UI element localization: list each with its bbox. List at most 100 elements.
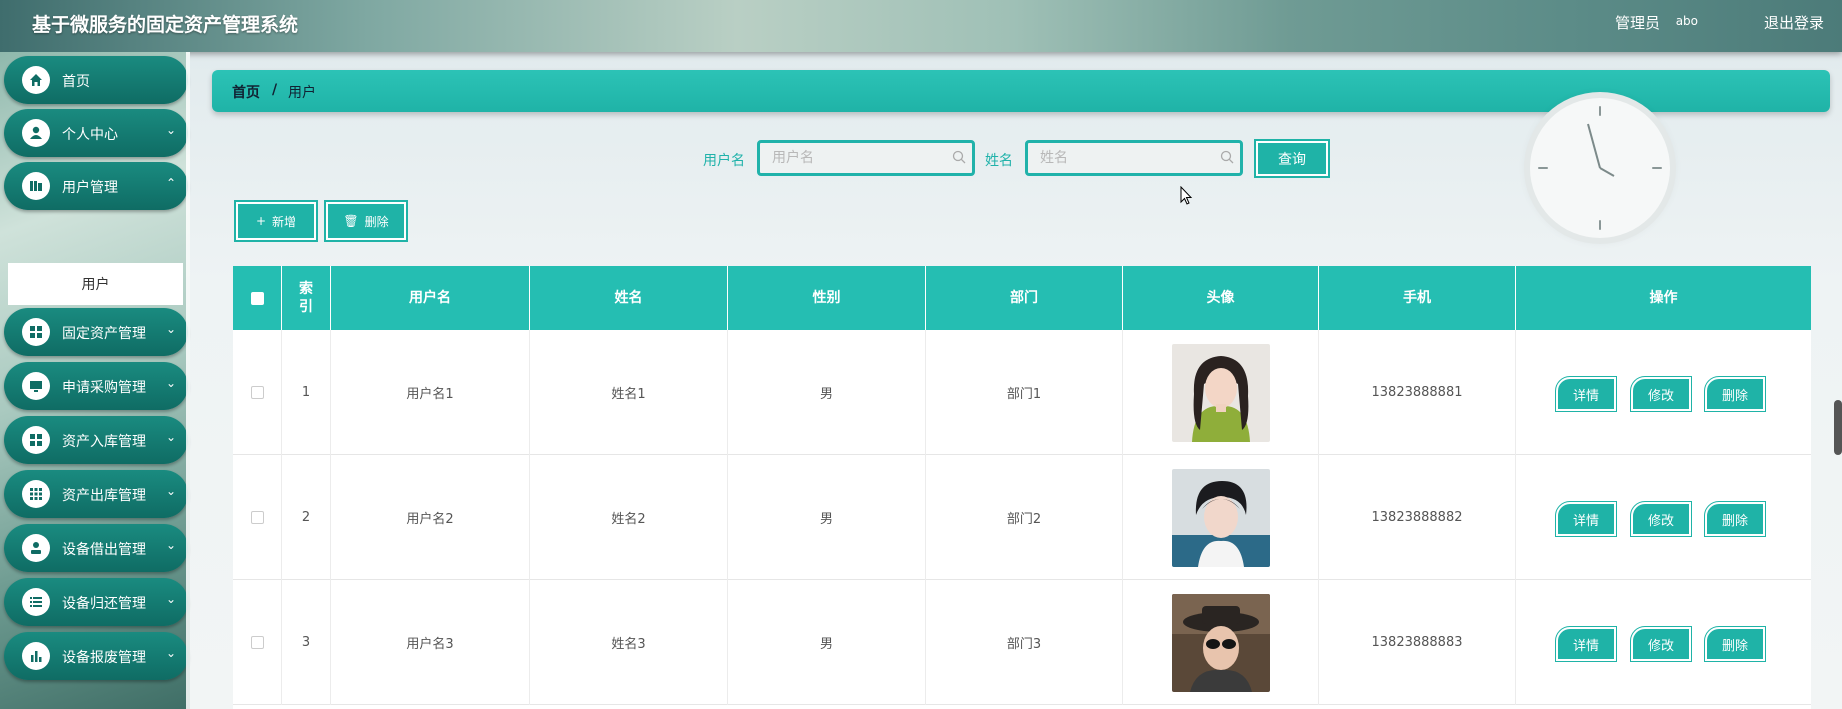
row-checkbox[interactable] (250, 636, 264, 649)
sidebar-item-label: 申请采购管理 (62, 380, 146, 396)
table-row: 2 用户名2 姓名2 男 部门2 13823888882 详情 修改 删除 (233, 455, 1811, 580)
list-icon (22, 588, 50, 616)
sidebar-item-return[interactable]: 设备归还管理 ⌄ (4, 578, 188, 626)
col-index: 索 引 (282, 266, 331, 330)
cell-phone: 13823888883 (1319, 580, 1516, 705)
sidebar-subitem-users[interactable]: 用户 (8, 263, 183, 305)
delete-button-label: 删除 (364, 214, 389, 229)
breadcrumb-current: 用户 (288, 85, 316, 101)
chart-icon (22, 642, 50, 670)
chevron-down-icon: ⌄ (165, 376, 176, 390)
scrollbar-thumb[interactable] (1834, 400, 1842, 455)
breadcrumb-home[interactable]: 首页 (232, 82, 260, 102)
cell-phone: 13823888882 (1319, 455, 1516, 580)
chevron-down-icon: ⌄ (165, 484, 176, 498)
cell-index: 2 (282, 455, 331, 580)
sidebar-item-label: 资产入库管理 (62, 434, 146, 450)
sidebar-item-lend[interactable]: 设备借出管理 ⌄ (4, 524, 188, 572)
avatar[interactable] (1171, 343, 1270, 442)
col-index-label-2: 引 (299, 299, 313, 315)
user-role: 管理员 (1614, 14, 1660, 32)
plus-icon: + (255, 214, 267, 228)
row-delete-button[interactable]: 删除 (1704, 376, 1766, 412)
cell-avatar (1123, 455, 1319, 580)
search-icon (1220, 150, 1234, 164)
sidebar-item-label: 设备借出管理 (62, 542, 146, 558)
sidebar-item-label: 固定资产管理 (62, 326, 146, 342)
sidebar-item-label: 设备报废管理 (62, 650, 146, 666)
detail-button[interactable]: 详情 (1555, 501, 1617, 537)
delete-button[interactable]: 🗑 删除 (324, 200, 408, 242)
logout-link[interactable]: 退出登录 (1764, 12, 1824, 33)
sidebar-item-label: 设备归还管理 (62, 596, 146, 612)
table-header: 索 引 用户名 姓名 性别 部门 头像 手机 操作 (233, 266, 1811, 330)
breadcrumb-separator: / (272, 82, 278, 98)
avatar[interactable] (1171, 593, 1270, 692)
sidebar-item-user-management[interactable]: 用户管理 ⌃ (4, 162, 188, 210)
home-icon (22, 66, 50, 94)
col-avatar: 头像 (1123, 266, 1319, 330)
query-button[interactable]: 查询 (1254, 139, 1330, 178)
grid-icon (22, 426, 50, 454)
sidebar-item-asset-out[interactable]: 资产出库管理 ⌄ (4, 470, 188, 518)
edit-button[interactable]: 修改 (1630, 501, 1692, 537)
sidebar-item-asset-in[interactable]: 资产入库管理 ⌄ (4, 416, 188, 464)
cell-dept: 部门2 (926, 455, 1123, 580)
cell-avatar (1123, 580, 1319, 705)
row-select-cell (233, 455, 282, 580)
col-dept: 部门 (926, 266, 1123, 330)
top-bar: 基于微服务的固定资产管理系统 管理员 abo 退出登录 (0, 0, 1842, 52)
chevron-down-icon: ⌄ (165, 430, 176, 444)
chevron-down-icon: ⌄ (165, 592, 176, 606)
col-index-label-1: 索 (299, 281, 313, 297)
detail-button[interactable]: 详情 (1555, 626, 1617, 662)
detail-button[interactable]: 详情 (1555, 376, 1617, 412)
select-all-cell (233, 266, 282, 330)
monitor-icon (22, 372, 50, 400)
sidebar-item-label: 首页 (62, 74, 90, 90)
sidebar-item-fixed-assets[interactable]: 固定资产管理 ⌄ (4, 308, 188, 356)
col-actions: 操作 (1649, 290, 1678, 306)
select-all-checkbox[interactable] (250, 291, 264, 305)
sidebar-item-home[interactable]: 首页 (4, 56, 188, 104)
grid-icon (22, 318, 50, 346)
chevron-down-icon: ⌄ (165, 322, 176, 336)
row-checkbox[interactable] (250, 511, 264, 524)
username-search-input[interactable] (757, 140, 975, 176)
sidebar-item-purchase[interactable]: 申请采购管理 ⌄ (4, 362, 188, 410)
row-delete-button[interactable]: 删除 (1704, 626, 1766, 662)
cell-dept: 部门3 (926, 580, 1123, 705)
add-button-label: 新增 (272, 214, 297, 229)
cell-index: 1 (282, 330, 331, 455)
cell-phone: 13823888881 (1319, 330, 1516, 455)
name-search-label: 姓名 (985, 153, 1013, 169)
sidebar-item-label: 资产出库管理 (62, 488, 146, 504)
col-username: 用户名 (331, 266, 530, 330)
chevron-down-icon: ⌄ (165, 646, 176, 660)
row-delete-button[interactable]: 删除 (1704, 501, 1766, 537)
chevron-down-icon: ⌄ (165, 123, 176, 137)
users-table: 索 引 用户名 姓名 性别 部门 头像 手机 操作 1 用户名1 姓名1 男 部… (233, 266, 1811, 709)
cell-dept: 部门1 (926, 330, 1123, 455)
cell-name: 姓名3 (530, 580, 728, 705)
table-row: 1 用户名1 姓名1 男 部门1 13823888881 详情 修改 删除 (233, 330, 1811, 455)
row-checkbox[interactable] (250, 386, 264, 399)
cell-gender: 男 (728, 455, 926, 580)
row-select-cell (233, 330, 282, 455)
clock-decoration (1530, 98, 1670, 238)
sidebar-item-scrap[interactable]: 设备报废管理 ⌄ (4, 632, 188, 680)
sidebar-item-label: 个人中心 (62, 127, 118, 143)
username-label: abo (1675, 14, 1698, 28)
edit-button[interactable]: 修改 (1630, 376, 1692, 412)
cell-avatar (1123, 330, 1319, 455)
cell-actions: 详情 修改 删除 (1516, 455, 1811, 580)
col-phone: 手机 (1319, 266, 1516, 330)
cell-index: 3 (282, 580, 331, 705)
mouse-cursor-icon (1180, 186, 1193, 205)
sidebar-item-profile[interactable]: 个人中心 ⌄ (4, 109, 188, 157)
edit-button[interactable]: 修改 (1630, 626, 1692, 662)
avatar[interactable] (1171, 468, 1270, 567)
add-button[interactable]: + 新增 (234, 200, 318, 242)
name-search-input[interactable] (1025, 140, 1243, 176)
folder-icon (22, 172, 50, 200)
